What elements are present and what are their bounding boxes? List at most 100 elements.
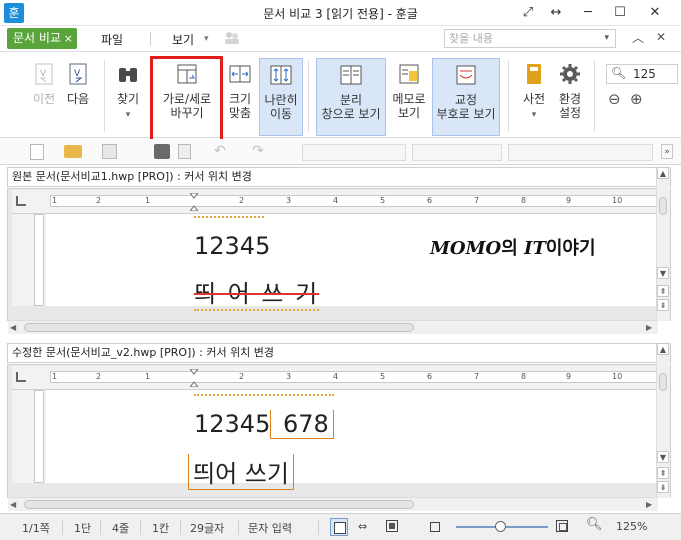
side-label-line2: 이동 <box>269 107 293 121</box>
page-up-icon[interactable]: ⇞ <box>657 285 669 297</box>
vertical-scrollbar[interactable]: ▲ ▼ ⇞ ⇟ <box>656 343 670 498</box>
page-down-icon[interactable]: ⇟ <box>657 481 669 493</box>
status-char-count: 29글자 <box>190 522 225 535</box>
gear-icon <box>560 64 580 84</box>
original-document-page[interactable]: 12345 띄 어 쓰 기 MOMO의 IT이야기 <box>46 214 656 311</box>
environment-settings-button[interactable]: 환경 설정 <box>554 58 586 136</box>
zoom-input[interactable]: 🔍︎ 125 <box>606 64 678 84</box>
menu-view[interactable]: 보기 <box>172 31 194 48</box>
close-tab-icon[interactable]: × <box>64 28 73 49</box>
ruler-tick-label: 4 <box>333 372 339 381</box>
collapse-ribbon-icon[interactable]: ︿ <box>632 29 644 46</box>
ruler-tick-label: 1 <box>52 196 58 205</box>
ruler-tick-label: 6 <box>427 196 433 205</box>
open-folder-icon[interactable] <box>64 145 82 158</box>
print-preview-icon[interactable] <box>178 144 191 159</box>
horizontal-scroll-thumb[interactable] <box>24 323 414 332</box>
status-section: 1단 <box>74 522 92 535</box>
zoom-slider-thumb[interactable] <box>495 521 506 532</box>
ruler-tick-label: 2 <box>96 196 102 205</box>
minimize-button[interactable]: ─ <box>578 4 598 22</box>
save-icon[interactable] <box>102 144 117 159</box>
dictionary-dropdown-icon[interactable]: ▾ <box>532 110 537 120</box>
vertical-scroll-thumb[interactable] <box>659 197 667 215</box>
vertical-scrollbar[interactable]: ▲ ▼ ⇞ ⇟ <box>656 167 670 321</box>
user-group-icon[interactable] <box>224 31 240 45</box>
fit-width-icon <box>229 65 251 83</box>
horizontal-scrollbar[interactable]: ◀ ▶ <box>8 320 658 334</box>
menu-file[interactable]: 파일 <box>101 31 123 48</box>
proofreading-mark-button[interactable]: 교정 부호로 보기 <box>432 58 500 136</box>
horizontal-ruler: 1 2 1 2 3 4 5 6 7 8 9 10 <box>12 366 664 390</box>
zoom-search-icon: 🔍︎ <box>611 66 627 80</box>
modified-document-page[interactable]: 12345 678 띄어 쓰기 <box>46 390 656 490</box>
scroll-left-icon[interactable]: ◀ <box>10 500 16 509</box>
status-zoom-level[interactable]: 125% <box>616 520 647 533</box>
document-inserted-text: 678 <box>270 410 334 439</box>
watermark-momo: MOMO <box>430 238 502 259</box>
zoom-out-icon[interactable]: ⊖ <box>608 90 621 108</box>
status-column: 1칸 <box>152 522 170 535</box>
maximize-button[interactable]: ☐ <box>610 4 630 22</box>
find-dropdown-icon[interactable]: ▾ <box>126 110 131 120</box>
undo-icon[interactable]: ↶ <box>214 143 226 159</box>
split-window-button[interactable]: 분리 창으로 보기 <box>316 58 386 136</box>
status-divider <box>140 520 141 535</box>
change-marker <box>194 390 334 396</box>
side-by-side-icon <box>270 65 292 85</box>
close-document-icon[interactable]: ✕ <box>656 30 666 44</box>
print-icon[interactable] <box>154 144 170 159</box>
font-size-combo[interactable] <box>508 144 653 161</box>
dictionary-button[interactable]: 사전 ▾ <box>516 58 552 136</box>
dictionary-label: 사전 <box>522 92 546 106</box>
indent-marker-icon[interactable] <box>188 368 200 388</box>
close-window-button[interactable]: ✕ <box>645 4 665 22</box>
next-button[interactable]: V 다음 <box>62 58 94 136</box>
redo-icon[interactable]: ↷ <box>252 143 264 159</box>
zoom-magnifier-icon[interactable]: 🔍︎ <box>586 517 603 532</box>
ruler-tick-label: 1 <box>52 372 58 381</box>
fullscreen-icon[interactable]: ⤢ <box>518 4 538 22</box>
ruler-scale <box>50 195 664 207</box>
full-page-view-icon[interactable] <box>386 520 398 532</box>
page-down-icon[interactable]: ⇟ <box>657 299 669 311</box>
status-bar: 1/1쪽 1단 4줄 1칸 29글자 문자 입력 ⇔ 🔍︎ 125% <box>0 513 681 540</box>
scroll-up-icon[interactable]: ▲ <box>657 167 669 179</box>
search-dropdown-icon[interactable]: ▾ <box>604 30 609 47</box>
indent-marker-icon[interactable] <box>188 192 200 212</box>
scroll-down-icon[interactable]: ▼ <box>657 451 669 463</box>
previous-button[interactable]: V 이전 <box>28 58 60 136</box>
scroll-left-icon[interactable]: ◀ <box>10 323 16 332</box>
tab-stop-icon[interactable] <box>16 372 26 382</box>
document-compare-tab[interactable]: 문서 비교 × <box>7 28 77 49</box>
zoom-out-page-icon[interactable] <box>430 522 440 532</box>
tab-stop-icon[interactable] <box>16 196 26 206</box>
resize-icon[interactable]: ↔ <box>546 4 566 22</box>
style-combo[interactable] <box>302 144 406 161</box>
horizontal-scrollbar[interactable]: ◀ ▶ <box>8 497 658 511</box>
sync-scroll-button[interactable]: 나란히 이동 <box>259 58 303 136</box>
scroll-right-icon[interactable]: ▶ <box>646 323 652 332</box>
find-button[interactable]: 찾기 ▾ <box>112 58 144 136</box>
scroll-down-icon[interactable]: ▼ <box>657 267 669 279</box>
page-view-icon[interactable] <box>330 518 348 536</box>
chevron-down-icon[interactable]: ▾ <box>204 34 209 44</box>
horizontal-scroll-thumb[interactable] <box>24 500 414 509</box>
zoom-in-icon[interactable]: ⊕ <box>630 90 643 108</box>
vertical-scroll-thumb[interactable] <box>659 373 667 391</box>
vertical-ruler <box>12 390 46 483</box>
search-input[interactable]: 찾을 내용 ▾ <box>444 29 616 48</box>
vertical-ruler-scale <box>34 390 44 483</box>
memo-view-button[interactable]: 메모로 보기 <box>390 58 428 136</box>
scroll-up-icon[interactable]: ▲ <box>657 343 669 355</box>
fit-size-button[interactable]: 크기 맞춤 <box>224 58 256 136</box>
fit-width-view-icon[interactable]: ⇔ <box>358 520 367 533</box>
font-combo[interactable] <box>412 144 502 161</box>
ruler-tick-label: 10 <box>612 372 623 381</box>
new-document-icon[interactable] <box>30 144 44 160</box>
toolbar-overflow-icon[interactable]: » <box>661 144 673 159</box>
page-up-icon[interactable]: ⇞ <box>657 467 669 479</box>
scroll-right-icon[interactable]: ▶ <box>646 500 652 509</box>
zoom-in-page-icon[interactable] <box>556 520 568 532</box>
memo-icon <box>399 64 419 84</box>
